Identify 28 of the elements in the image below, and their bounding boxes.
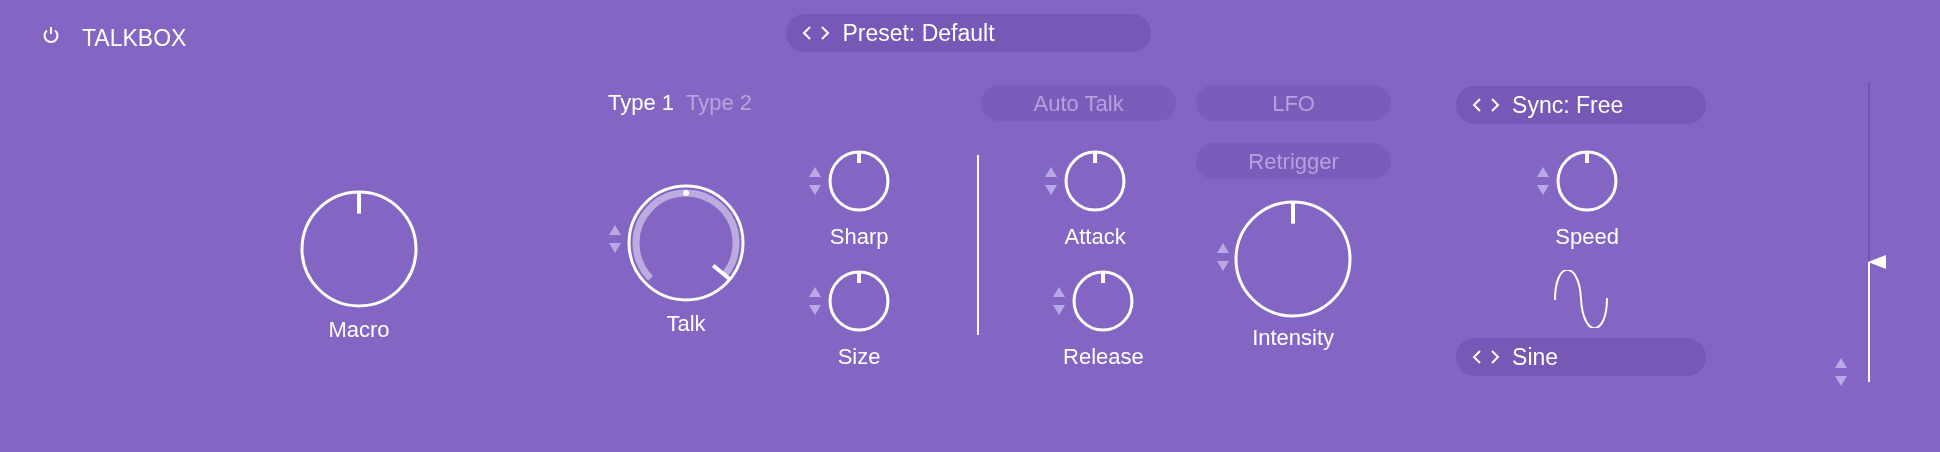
knob-label: Macro xyxy=(328,317,390,343)
left-right-chevrons-icon xyxy=(802,25,831,41)
preset-selector[interactable]: Preset: Default xyxy=(786,14,1152,52)
knob-label: Intensity xyxy=(1252,325,1335,351)
knob-label: Sharp xyxy=(829,224,889,250)
knob[interactable] xyxy=(1233,199,1354,319)
knob[interactable] xyxy=(1071,269,1136,333)
knob[interactable] xyxy=(827,149,892,213)
waveform-selector[interactable]: Sine xyxy=(1456,338,1707,376)
knob-label: Speed xyxy=(1555,224,1619,250)
left-right-chevrons-icon xyxy=(1472,349,1501,365)
sine-wave-icon xyxy=(1553,270,1610,328)
knob-label: Size xyxy=(837,344,881,370)
sync-selector[interactable]: Sync: Free xyxy=(1456,86,1707,124)
output-slider[interactable] xyxy=(1868,82,1889,382)
knob[interactable] xyxy=(1555,149,1620,213)
knob-label: Attack xyxy=(1064,224,1126,250)
knob[interactable] xyxy=(626,183,746,303)
knob-label: Release xyxy=(1063,344,1144,370)
knob-label: Talk xyxy=(666,311,706,337)
slider-thumb-icon[interactable] xyxy=(1868,255,1889,269)
left-right-chevrons-icon xyxy=(1472,97,1501,113)
knob[interactable] xyxy=(827,269,892,333)
type-tab[interactable]: Type 1 xyxy=(608,86,675,119)
knob[interactable] xyxy=(1063,149,1128,213)
knob[interactable] xyxy=(299,189,419,309)
power-icon[interactable] xyxy=(42,26,60,44)
plugin-title: TALKBOX xyxy=(82,24,187,53)
